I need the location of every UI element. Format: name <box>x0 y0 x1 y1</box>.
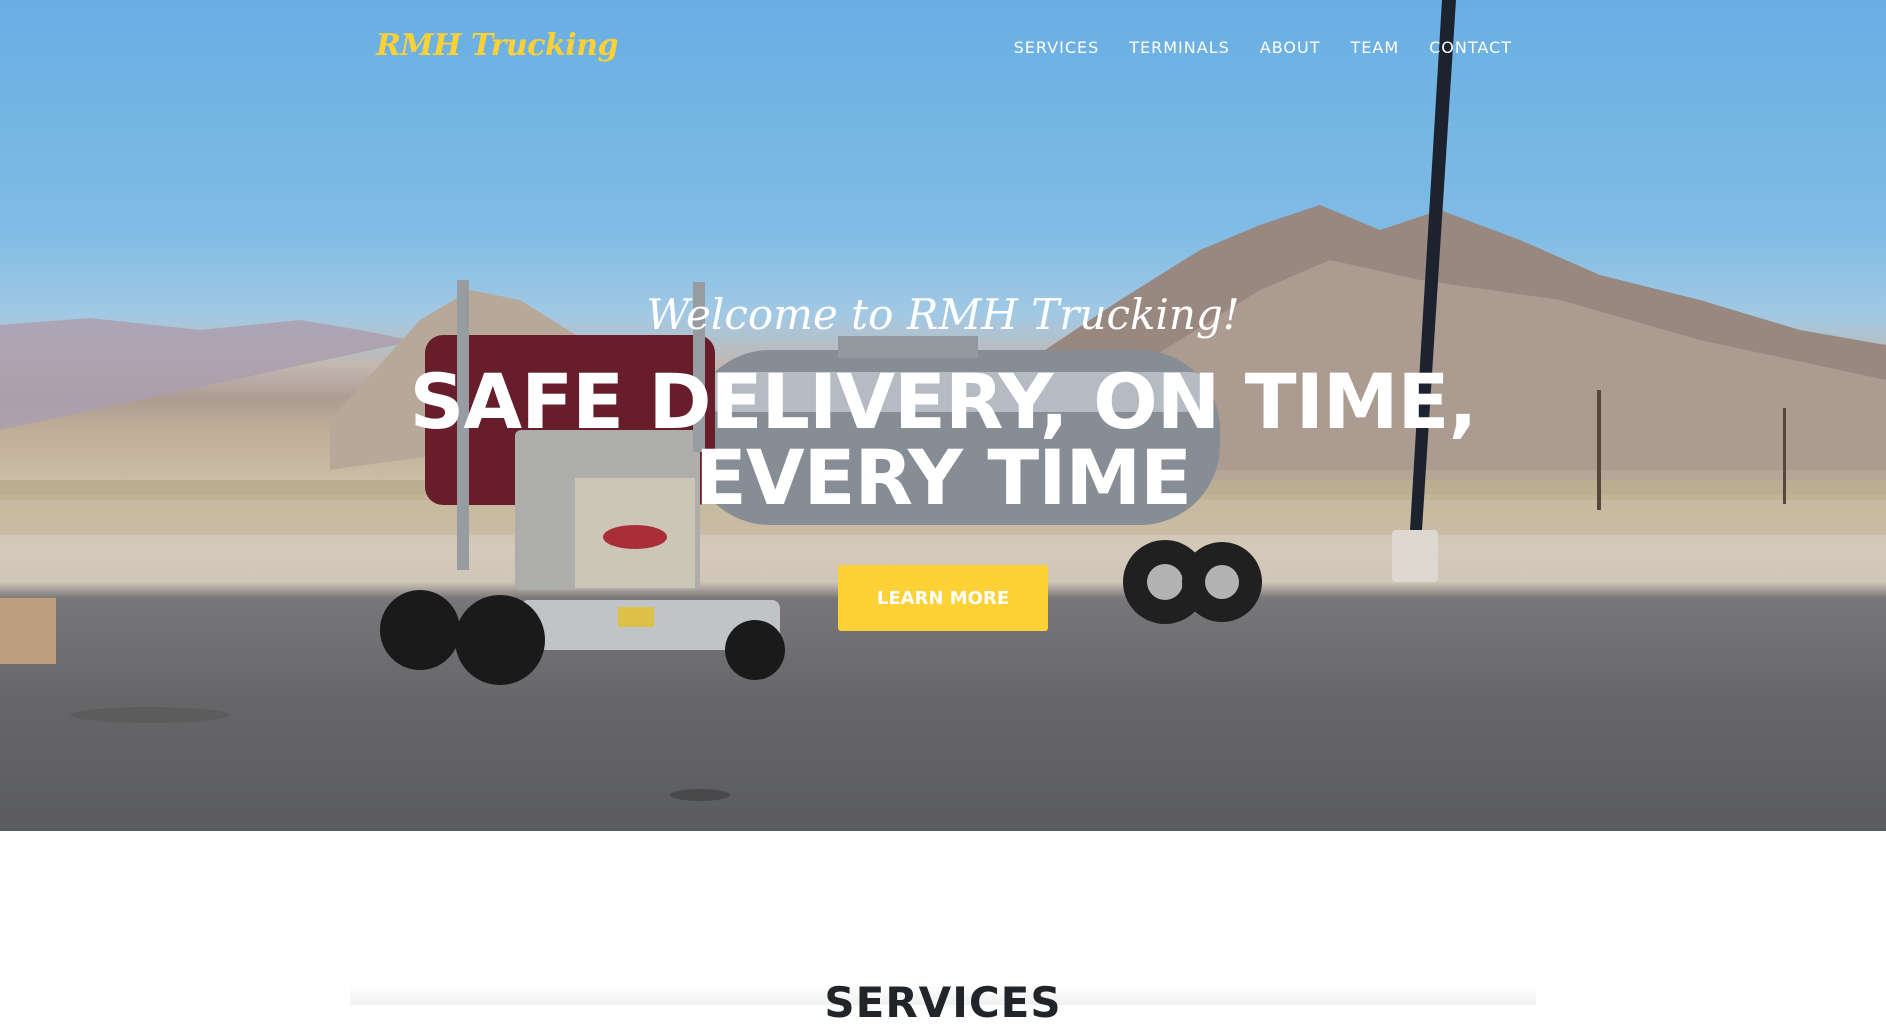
brand-logo[interactable]: RMH Trucking <box>376 28 618 63</box>
hero-section: RMH Trucking SERVICES TERMINALS ABOUT TE… <box>0 0 1886 831</box>
main-nav: SERVICES TERMINALS ABOUT TEAM CONTACT <box>1014 38 1512 57</box>
nav-item-about[interactable]: ABOUT <box>1260 38 1321 57</box>
nav-item-services[interactable]: SERVICES <box>1014 38 1100 57</box>
nav-item-contact[interactable]: CONTACT <box>1429 38 1512 57</box>
nav-item-team[interactable]: TEAM <box>1350 38 1399 57</box>
hero-heading: SAFE DELIVERY, ON TIME, EVERY TIME <box>409 357 1478 522</box>
services-section-title: SERVICES <box>824 978 1062 1027</box>
nav-item-terminals[interactable]: TERMINALS <box>1129 38 1230 57</box>
hero-lead-text: Welcome to RMH Trucking! <box>646 290 1240 339</box>
learn-more-button[interactable]: LEARN MORE <box>838 565 1048 631</box>
